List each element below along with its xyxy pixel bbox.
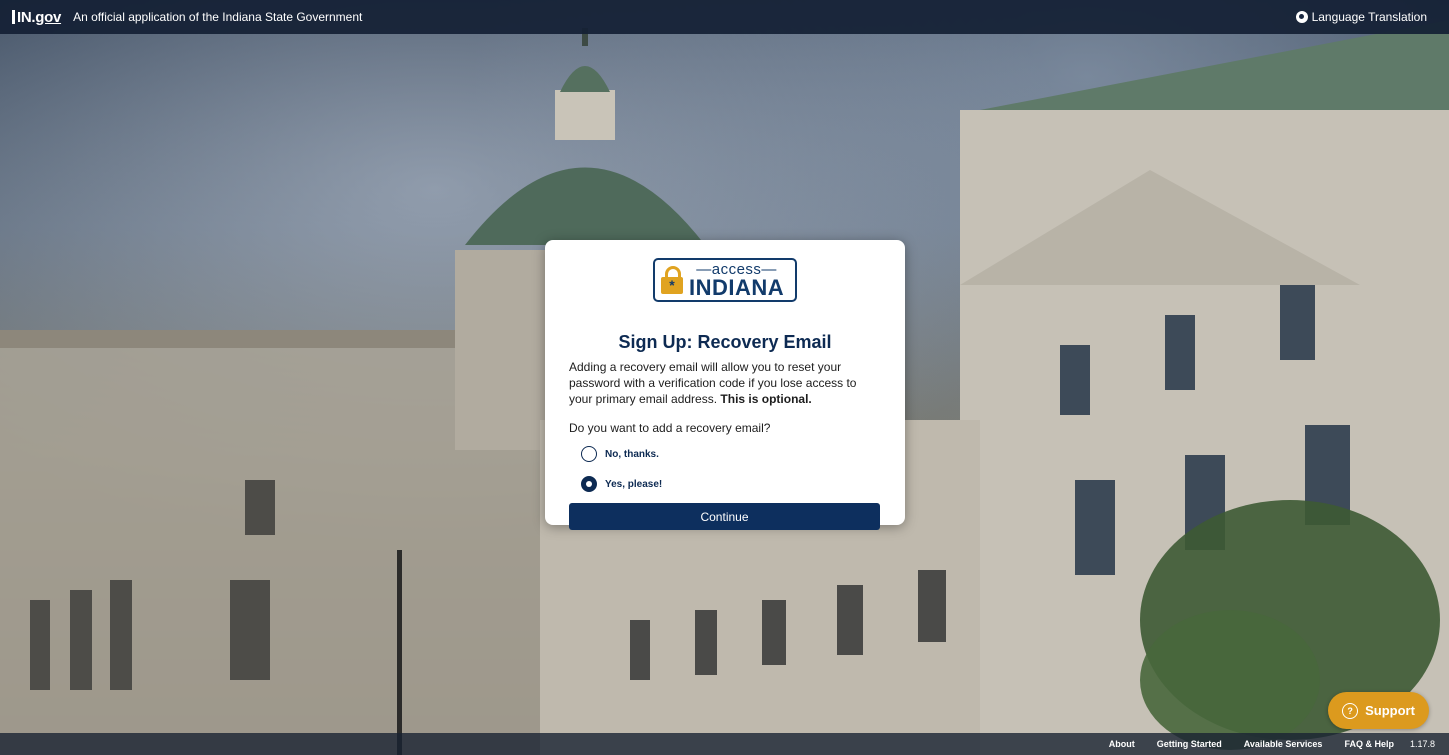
- radio-no-thanks[interactable]: [581, 446, 597, 462]
- lock-icon: *: [661, 266, 683, 294]
- access-indiana-logo: * —access— INDIANA: [653, 258, 797, 302]
- footer-link-faq-help[interactable]: FAQ & Help: [1344, 739, 1394, 749]
- description-optional: This is optional.: [720, 392, 812, 406]
- continue-button[interactable]: Continue: [569, 503, 880, 530]
- recovery-question: Do you want to add a recovery email?: [569, 421, 771, 435]
- support-button[interactable]: ? Support: [1328, 692, 1429, 729]
- page: IN. gov An official application of the In…: [0, 0, 1449, 755]
- support-label: Support: [1365, 703, 1415, 718]
- ingov-logo[interactable]: IN. gov: [12, 9, 61, 26]
- official-notice: An official application of the Indiana S…: [73, 10, 363, 24]
- language-translation-label: Language Translation: [1311, 10, 1427, 24]
- footer-link-about[interactable]: About: [1109, 739, 1135, 749]
- recovery-email-card: * —access— INDIANA Sign Up: Recovery Ema…: [545, 240, 905, 530]
- top-bar: IN. gov An official application of the In…: [0, 0, 1449, 34]
- option-yes-please-label: Yes, please!: [605, 478, 663, 490]
- description: Adding a recovery email will allow you t…: [569, 359, 881, 407]
- ingov-logo-mark: [12, 10, 15, 24]
- logo-indiana-text: INDIANA: [689, 274, 785, 300]
- language-translation-button[interactable]: Language Translation: [1295, 10, 1427, 24]
- option-no-thanks-label: No, thanks.: [605, 448, 659, 460]
- globe-icon: [1295, 11, 1308, 23]
- description-text: Adding a recovery email will allow you t…: [569, 360, 857, 406]
- help-icon: ?: [1342, 702, 1359, 719]
- ingov-logo-prefix: IN.: [17, 8, 36, 26]
- app-version: 1.17.8: [1409, 739, 1435, 749]
- option-yes-please[interactable]: Yes, please!: [581, 473, 881, 495]
- ingov-logo-suffix: gov: [35, 8, 62, 26]
- option-no-thanks[interactable]: No, thanks.: [581, 443, 881, 465]
- footer-link-available-services[interactable]: Available Services: [1244, 739, 1323, 749]
- page-title: Sign Up: Recovery Email: [618, 332, 832, 352]
- footer-link-getting-started[interactable]: Getting Started: [1157, 739, 1222, 749]
- footer: About Getting Started Available Services…: [0, 733, 1449, 755]
- radio-yes-please[interactable]: [581, 476, 597, 492]
